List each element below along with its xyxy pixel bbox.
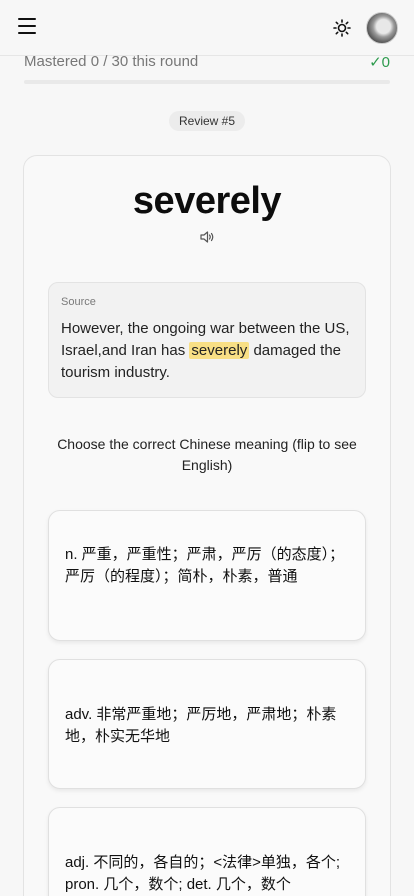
answer-option-text: n. 严重，严重性；严肃，严厉（的态度）；严厉（的程度）；简朴，朴素，普通 (65, 546, 345, 585)
highlighted-word: severely (189, 342, 250, 359)
source-label: Source (61, 296, 96, 308)
answer-option-text: adv. 非常严重地；严厉地，严肃地；朴素地，朴实无华地 (65, 706, 337, 745)
answer-option[interactable]: n. 严重，严重性；严肃，严厉（的态度）；严厉（的程度）；简朴，朴素，普通 (48, 510, 366, 641)
review-badge: Review #5 (169, 111, 245, 131)
mastered-count: ✓0 (369, 54, 390, 71)
vocab-word: severely (132, 180, 282, 222)
progress-row: Mastered 0 / 30 this round ✓0 (24, 52, 390, 74)
answer-option[interactable]: adv. 非常严重地；严厉地，严肃地；朴素地，朴实无华地 (48, 659, 366, 789)
progress-label: Mastered 0 / 30 this round (24, 53, 199, 70)
source-sentence: However, the ongoing war between the US,… (61, 318, 361, 384)
source-box: Source However, the ongoing war between … (48, 282, 366, 398)
answer-option[interactable]: adj. 不同的，各自的；<法律>单独，各个; pron. 几个，数个; det… (48, 807, 366, 896)
progress-bar (24, 80, 390, 84)
answer-option-text: adj. 不同的，各自的；<法律>单独，各个; pron. 几个，数个; det… (65, 854, 341, 893)
speaker-icon[interactable] (199, 230, 215, 244)
hamburger-menu-icon[interactable] (18, 18, 36, 34)
user-avatar[interactable] (366, 12, 398, 44)
top-bar (0, 0, 414, 56)
instruction-text: Choose the correct Chinese meaning (flip… (57, 436, 357, 473)
sun-icon[interactable] (333, 19, 351, 37)
